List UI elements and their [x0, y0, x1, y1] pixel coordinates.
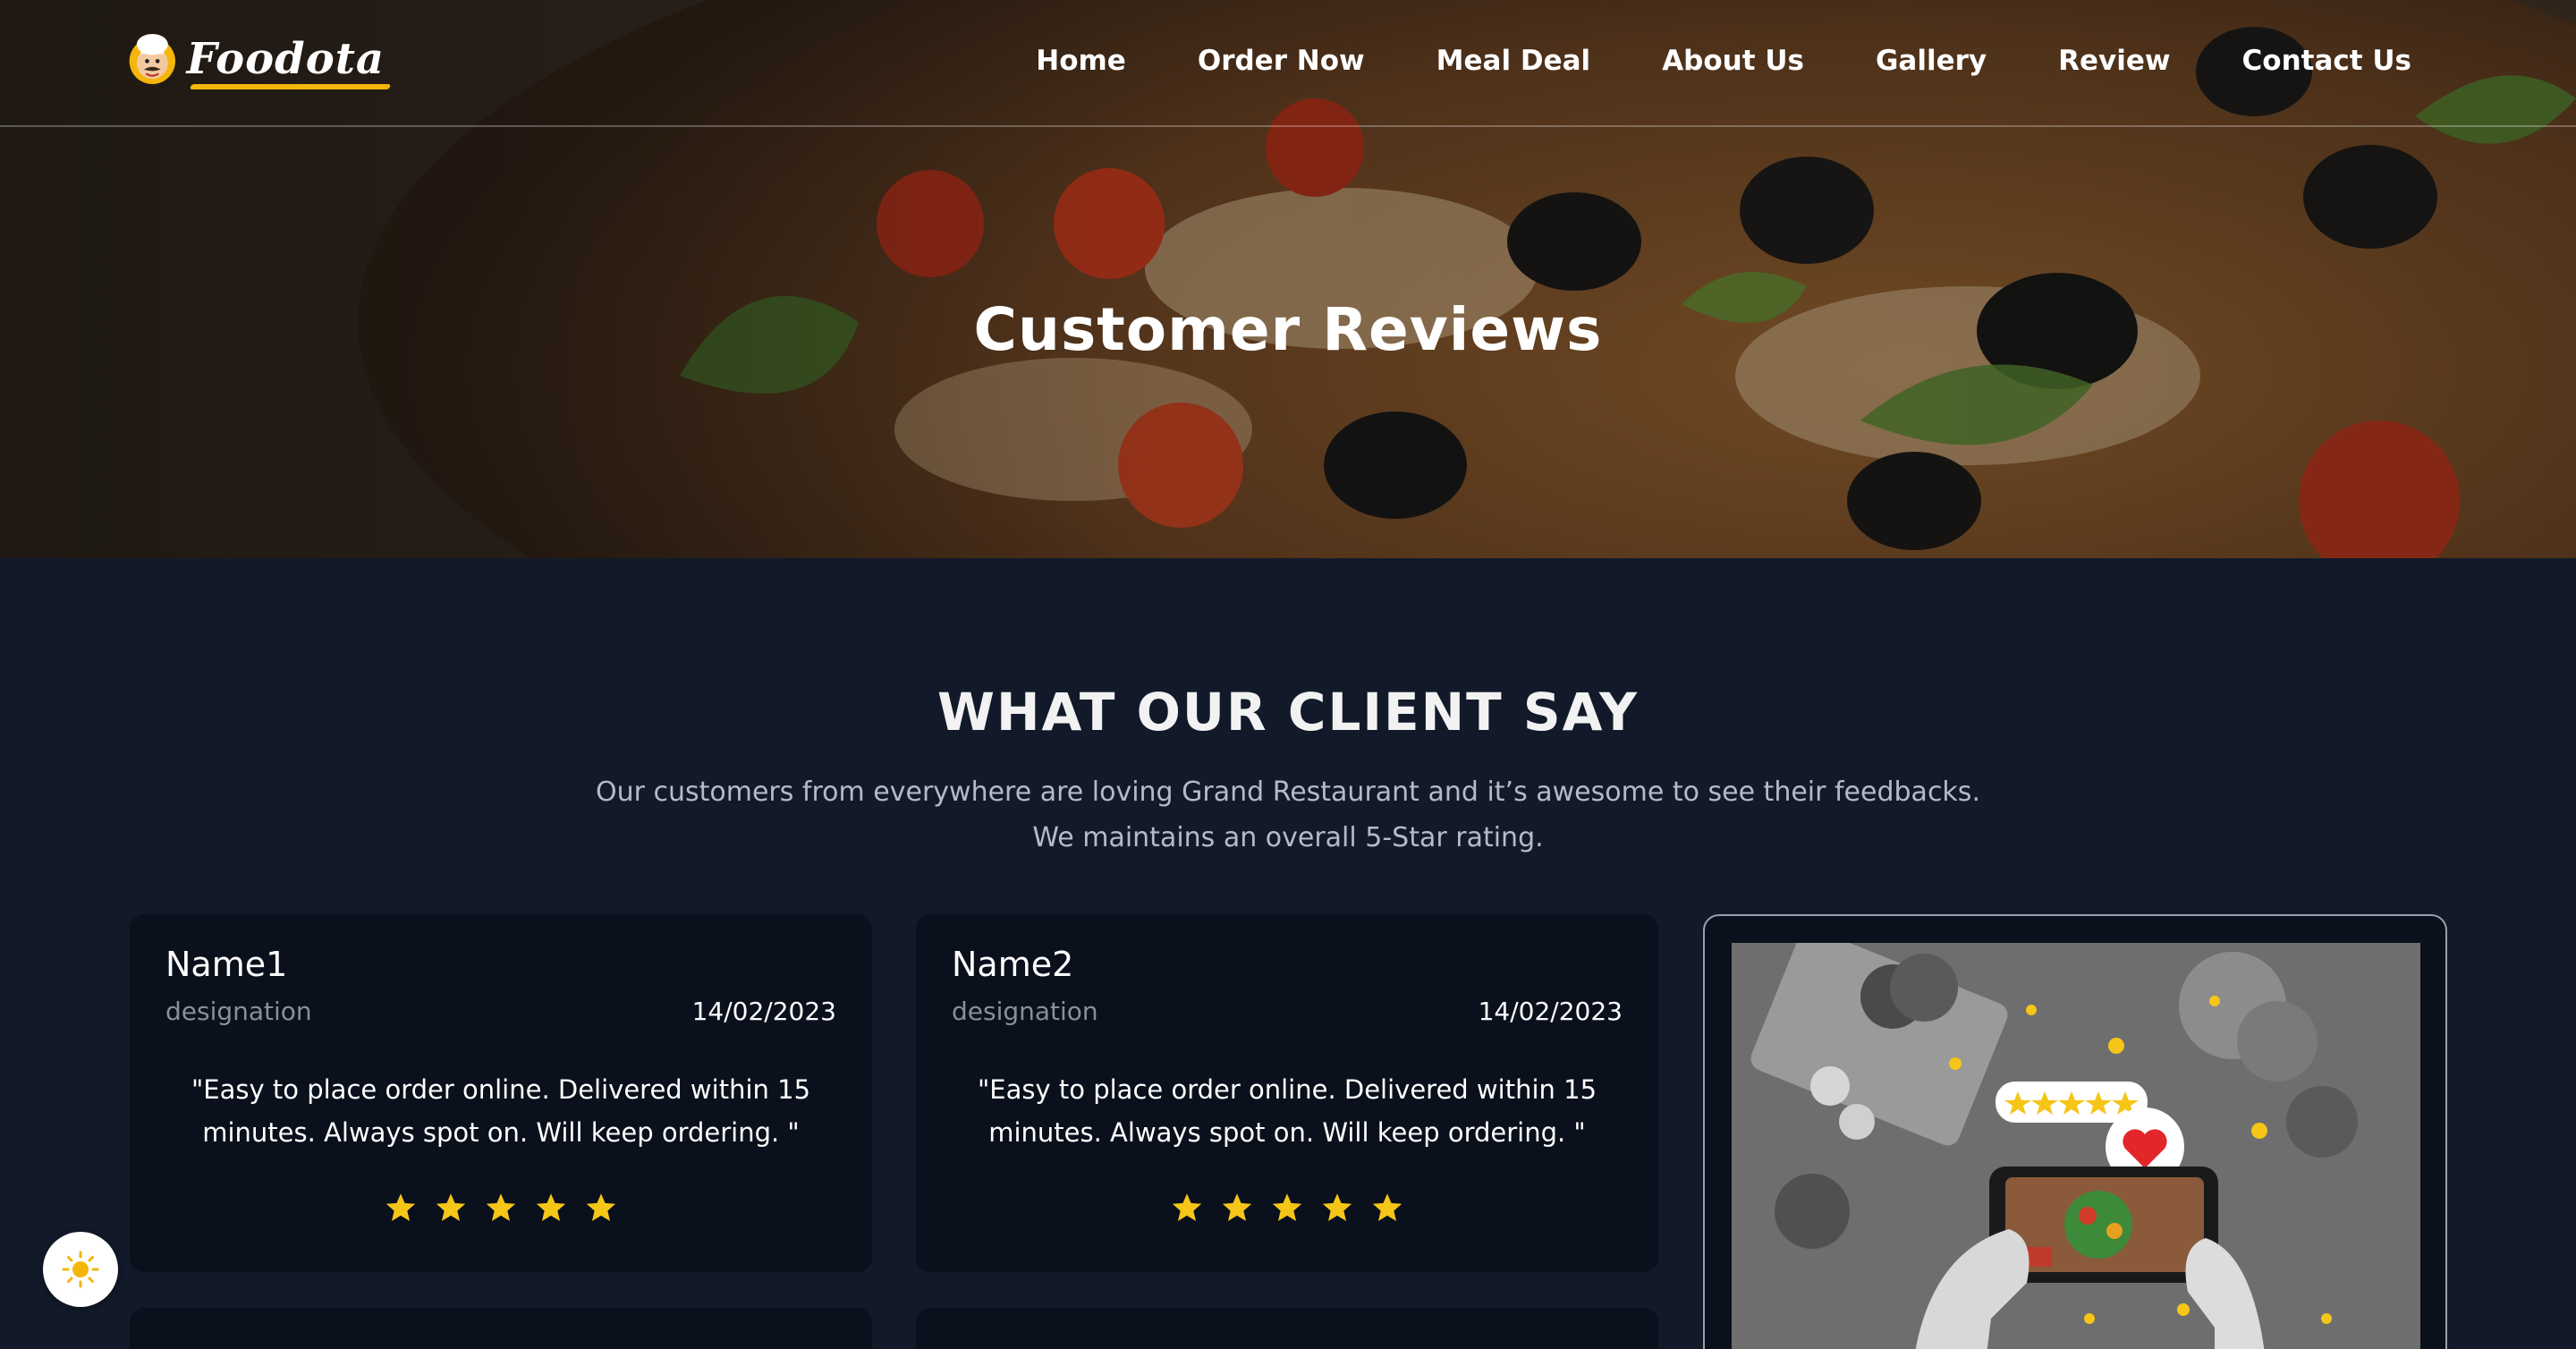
- sun-icon: [62, 1251, 99, 1288]
- star-icon: [586, 1193, 616, 1221]
- nav-home[interactable]: Home: [1036, 36, 1126, 86]
- nav-gallery[interactable]: Gallery: [1876, 36, 1987, 86]
- star-icon: [1272, 1193, 1302, 1221]
- star-rating: [130, 1192, 872, 1224]
- phone-review-illustration: [1732, 943, 2420, 1349]
- review-text: "Easy to place order online. Delivered w…: [977, 1074, 1597, 1148]
- main-nav: Home Order Now Meal Deal About Us Galler…: [964, 36, 2411, 86]
- star-icon: [1322, 1193, 1352, 1221]
- star-icon: [1172, 1193, 1202, 1221]
- reviewer-name: Name1: [165, 945, 288, 984]
- review-date: 14/02/2023: [691, 997, 836, 1026]
- reviewer-designation: designation: [165, 997, 312, 1026]
- section-subtitle-line-2: We maintains an overall 5-Star rating.: [1032, 822, 1544, 853]
- nav-about-us[interactable]: About Us: [1662, 36, 1804, 86]
- review-card: [916, 1308, 1658, 1349]
- review-card: Name1 designation 14/02/2023 "Easy to pl…: [130, 914, 872, 1272]
- theme-toggle-button[interactable]: [43, 1232, 118, 1307]
- nav-review[interactable]: Review: [2058, 36, 2170, 86]
- brand-logo[interactable]: Foodota: [125, 13, 385, 106]
- nav-meal-deal[interactable]: Meal Deal: [1436, 36, 1591, 86]
- site-header: Foodota Home Order Now Meal Deal About U…: [0, 0, 2576, 127]
- page-title: Customer Reviews: [973, 295, 1603, 364]
- star-icon: [536, 1193, 566, 1221]
- review-card: Name2 designation 14/02/2023 "Easy to pl…: [916, 914, 1658, 1272]
- nav-contact-us[interactable]: Contact Us: [2242, 36, 2411, 86]
- brand-name: Foodota: [186, 34, 385, 84]
- review-illustration-card: [1703, 914, 2447, 1349]
- section-subtitle-line-1: Our customers from everywhere are loving…: [596, 776, 1980, 808]
- star-icon: [386, 1193, 416, 1221]
- review-card: [130, 1308, 872, 1349]
- section-title: WHAT OUR CLIENT SAY: [936, 682, 1640, 742]
- chef-mascot-icon: [129, 34, 175, 84]
- reviewer-designation: designation: [952, 997, 1098, 1026]
- review-text: "Easy to place order online. Delivered w…: [191, 1074, 811, 1148]
- section-subtitle: Our customers from everywhere are loving…: [0, 769, 2576, 861]
- nav-order-now[interactable]: Order Now: [1198, 36, 1365, 86]
- star-icon: [1372, 1193, 1402, 1221]
- reviewer-name: Name2: [952, 945, 1074, 984]
- star-icon: [486, 1193, 516, 1221]
- star-rating: [916, 1192, 1658, 1224]
- star-icon: [1222, 1193, 1252, 1221]
- review-date: 14/02/2023: [1478, 997, 1623, 1026]
- star-icon: [436, 1193, 466, 1221]
